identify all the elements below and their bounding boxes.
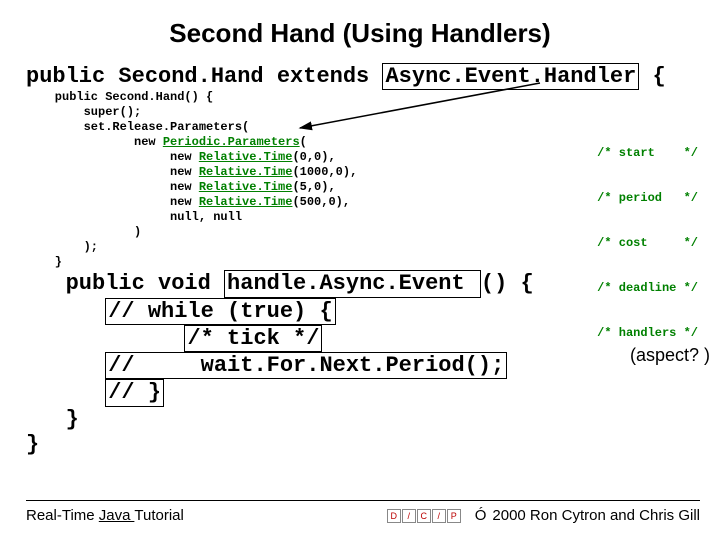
green-ident: Relative.Time [199, 180, 293, 194]
footer-java: Java [99, 507, 135, 524]
code-text: (5,0), [292, 180, 335, 194]
code-text: (1000,0), [292, 165, 357, 179]
code-text: new [26, 150, 199, 164]
green-ident: Relative.Time [199, 150, 293, 164]
footer-text: Tutorial [134, 507, 183, 524]
boxed-comment: // } [105, 379, 164, 406]
boxed-comment: // wait.For.Next.Period(); [105, 352, 507, 379]
green-ident: Periodic.Parameters [163, 135, 300, 149]
comment-start: /* start */ [597, 146, 698, 161]
aspect-annotation: (aspect? ) [630, 345, 710, 366]
copyright-mark: Ó [475, 507, 487, 524]
code-text: ( [300, 135, 307, 149]
slide-footer: Real-Time Java Tutorial D / C / P Ó 2000… [26, 500, 700, 524]
footer-text: Real-Time [26, 507, 99, 524]
code-text [26, 299, 105, 324]
footer-right: D / C / P Ó 2000 Ron Cytron and Chris Gi… [379, 507, 700, 524]
logo-cell: / [432, 509, 446, 523]
code-text: public Second.Hand extends [26, 64, 382, 89]
comment-handlers: /* handlers */ [597, 326, 698, 341]
comment-deadline: /* deadline */ [597, 281, 698, 296]
code-line: // wait.For.Next.Period(); [26, 352, 710, 379]
footer-left: Real-Time Java Tutorial [26, 507, 184, 524]
footer-credit: 2000 Ron Cytron and Chris Gill [492, 507, 700, 524]
code-text: new [26, 180, 199, 194]
comment-cost: /* cost */ [597, 236, 698, 251]
code-text: new [26, 135, 163, 149]
code-line: } [26, 407, 710, 432]
code-text: public void [26, 271, 224, 296]
code-text: new [26, 165, 199, 179]
code-text: (500,0), [292, 195, 350, 209]
code-text [26, 353, 105, 378]
green-ident: Relative.Time [199, 165, 293, 179]
param-comments: /* start */ /* period */ /* cost */ /* d… [597, 116, 698, 356]
boxed-async-handler: Async.Event.Handler [382, 63, 639, 90]
footer-logo: D / C / P [387, 509, 461, 523]
code-text: () { [481, 271, 534, 296]
code-text: { [639, 64, 665, 89]
boxed-comment: // while (true) { [105, 298, 335, 325]
logo-cell: / [402, 509, 416, 523]
code-line: // } [26, 379, 710, 406]
code-line-class-decl: public Second.Hand extends Async.Event.H… [26, 63, 710, 90]
code-text: new [26, 195, 199, 209]
logo-cell: P [447, 509, 461, 523]
code-line: } [26, 432, 710, 457]
boxed-handle-method: handle.Async.Event [224, 270, 481, 297]
code-line: public Second.Hand() { [26, 90, 710, 105]
code-text [26, 380, 105, 405]
slide-title: Second Hand (Using Handlers) [0, 0, 720, 63]
green-ident: Relative.Time [199, 195, 293, 209]
comment-period: /* period */ [597, 191, 698, 206]
logo-cell: C [417, 509, 431, 523]
code-text [26, 326, 184, 351]
logo-cell: D [387, 509, 401, 523]
boxed-comment: /* tick */ [184, 325, 322, 352]
code-text: (0,0), [292, 150, 335, 164]
